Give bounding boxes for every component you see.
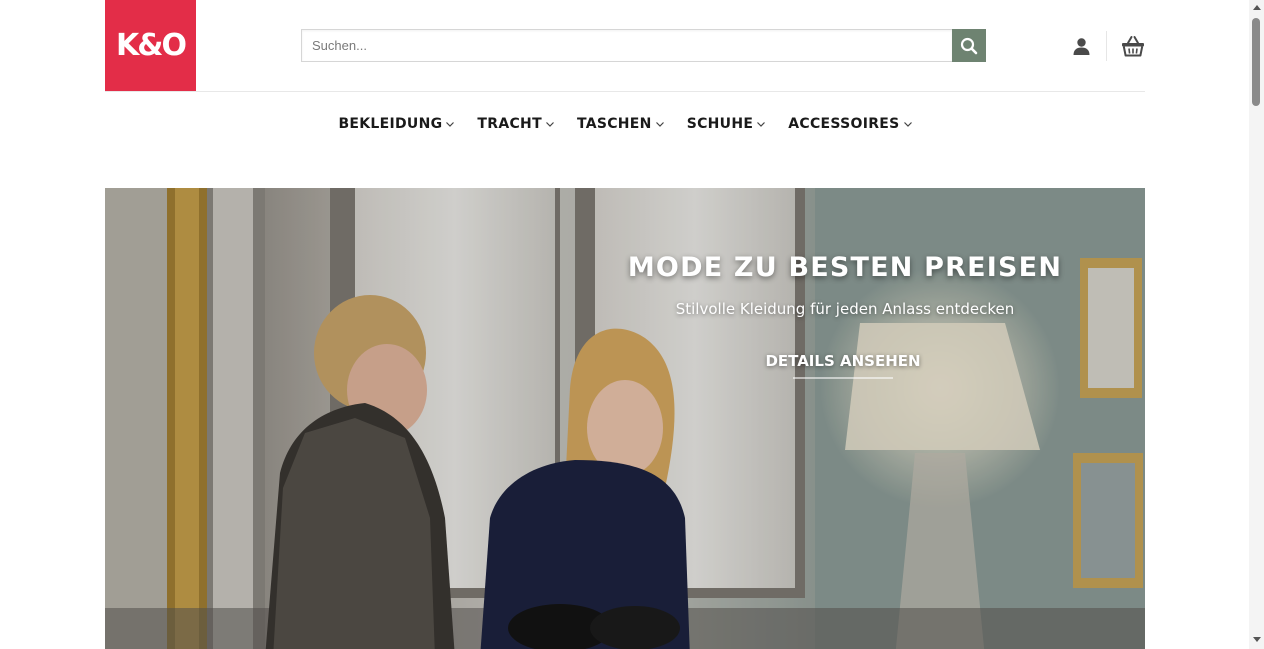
search-icon: [960, 37, 978, 54]
nav-item-schuhe[interactable]: SCHUHE: [687, 112, 767, 136]
nav-item-bekleidung[interactable]: BEKLEIDUNG: [338, 112, 455, 136]
hero-subtitle: Stilvolle Kleidung für jeden Anlass entd…: [675, 300, 1015, 318]
hero-title: MODE ZU BESTEN PREISEN: [627, 252, 1063, 283]
chevron-down-icon: [655, 122, 664, 127]
page: K&O BEKLEIDUNG: [0, 0, 1249, 649]
cart-button[interactable]: [1120, 33, 1146, 59]
header-divider: [1106, 31, 1107, 61]
chevron-down-icon: [446, 122, 455, 127]
scrollbar-thumb[interactable]: [1252, 18, 1260, 106]
chevron-down-icon: [757, 122, 766, 127]
nav-item-taschen[interactable]: TASCHEN: [577, 112, 665, 136]
chevron-down-icon: [903, 122, 912, 127]
nav-item-tracht[interactable]: TRACHT: [477, 112, 555, 136]
cta-underline: [793, 377, 893, 379]
scroll-down-arrow-icon[interactable]: [1253, 637, 1261, 642]
user-icon: [1073, 37, 1089, 55]
nav-label: ACCESSOIRES: [788, 116, 900, 132]
hero-banner: MODE ZU BESTEN PREISEN Stilvolle Kleidun…: [105, 188, 1145, 649]
scroll-up-arrow-icon[interactable]: [1253, 5, 1261, 10]
nav-label: BEKLEIDUNG: [338, 116, 443, 132]
site-logo[interactable]: K&O: [105, 0, 196, 91]
chevron-down-icon: [546, 122, 554, 127]
header-separator: [105, 91, 1145, 92]
nav-label: TASCHEN: [576, 116, 652, 132]
search-button[interactable]: [952, 29, 986, 62]
search-input[interactable]: [301, 29, 952, 62]
nav-label: SCHUHE: [686, 116, 754, 132]
account-button[interactable]: [1070, 35, 1092, 57]
page-scrollbar[interactable]: [1249, 0, 1264, 649]
details-button[interactable]: DETAILS ANSEHEN: [743, 352, 943, 370]
nav-item-accessoires[interactable]: ACCESSOIRES: [788, 112, 912, 136]
logo-text: K&O: [116, 28, 187, 63]
search-form: [301, 29, 986, 62]
nav-label: TRACHT: [477, 116, 542, 132]
basket-icon: [1122, 36, 1144, 57]
main-nav: BEKLEIDUNG TRACHT TASCHEN SCHUHE ACCESSO…: [0, 112, 1249, 136]
